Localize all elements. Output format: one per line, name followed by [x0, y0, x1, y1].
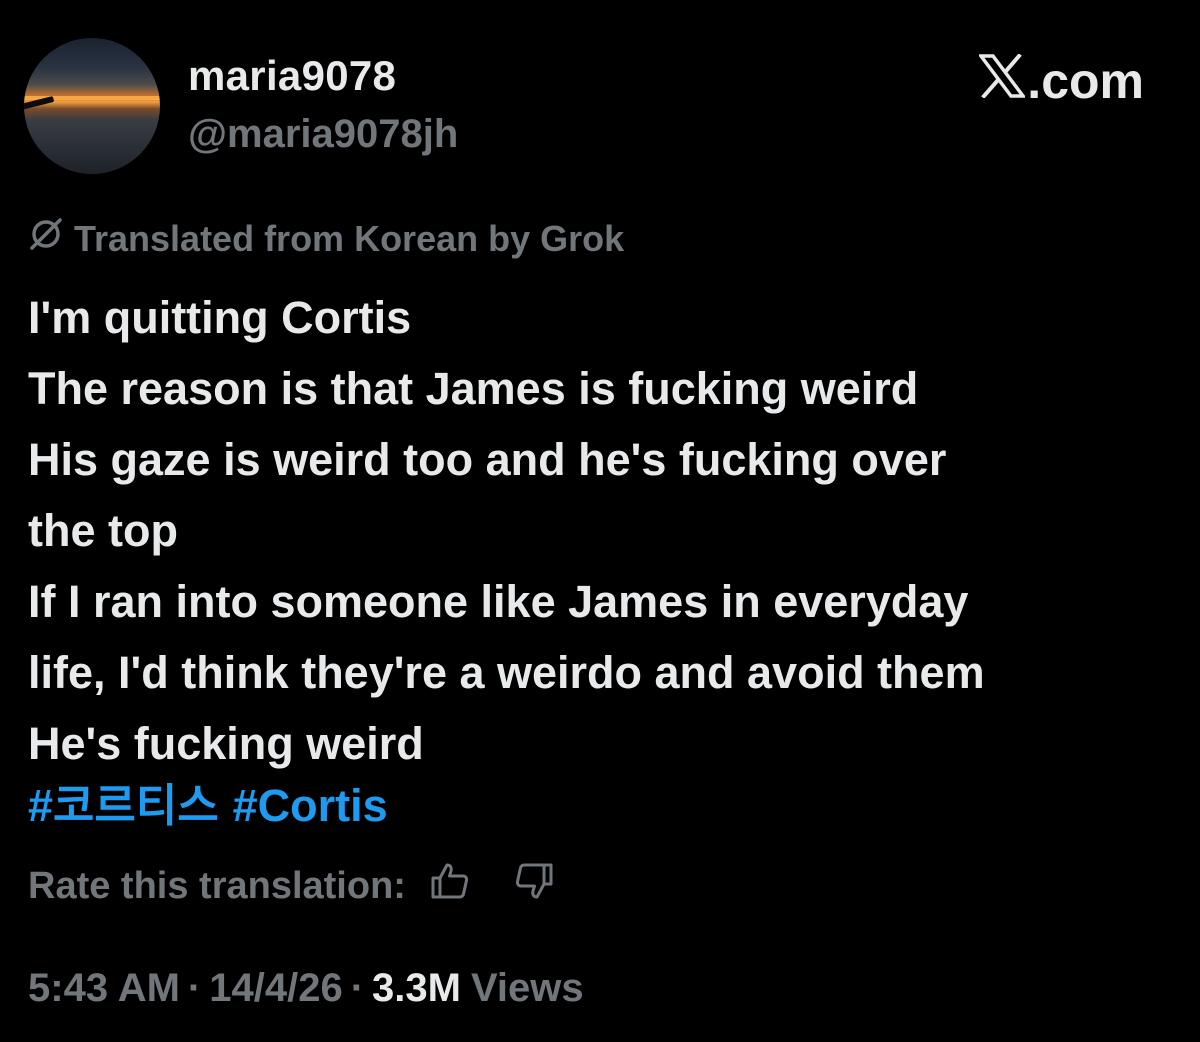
tweet-text-line: He's fucking weird	[28, 718, 424, 769]
translation-note-text: Translated from Korean by Grok	[74, 217, 625, 259]
tweet-text-line: If I ran into someone like James in ever…	[28, 576, 969, 627]
hashtag-link[interactable]: #Cortis	[233, 780, 388, 831]
avatar[interactable]	[24, 38, 160, 174]
tweet-card: maria9078 @maria9078jh .com Translated f…	[0, 0, 1200, 1042]
thumbs-down-icon[interactable]	[514, 862, 554, 910]
x-logo-icon	[977, 52, 1027, 110]
thumbs-up-icon[interactable]	[430, 862, 470, 910]
tweet-text-line: The reason is that James is fucking weir…	[28, 363, 919, 414]
user-handle[interactable]: @maria9078jh	[188, 112, 458, 157]
rate-translation: Rate this translation:	[28, 862, 554, 910]
hashtag-link[interactable]: #코르티스	[28, 780, 219, 831]
views-label: Views	[470, 966, 584, 1010]
meta-separator: ·	[187, 966, 202, 1010]
tweet-text: I'm quitting Cortis The reason is that J…	[28, 282, 1168, 779]
tweet-time[interactable]: 5:43 AM	[28, 966, 180, 1011]
hashtags: #코르티스 #Cortis	[28, 776, 402, 836]
tweet-text-line: the top	[28, 505, 178, 556]
brand-watermark: .com	[977, 52, 1144, 110]
tweet-date[interactable]: 14/4/26	[209, 966, 342, 1011]
tweet-meta: 5:43 AM · 14/4/26 · 3.3M Views	[28, 966, 584, 1011]
brand-domain: .com	[1027, 53, 1144, 109]
views-count[interactable]: 3.3M	[372, 966, 461, 1011]
grok-icon	[28, 216, 64, 261]
meta-separator: ·	[350, 966, 365, 1010]
display-name[interactable]: maria9078	[188, 52, 396, 100]
rate-translation-label: Rate this translation:	[28, 864, 406, 907]
tweet-text-line: I'm quitting Cortis	[28, 292, 412, 343]
tweet-text-line: His gaze is weird too and he's fucking o…	[28, 434, 947, 485]
tweet-text-line: life, I'd think they're a weirdo and avo…	[28, 647, 985, 698]
translation-note: Translated from Korean by Grok	[28, 216, 624, 261]
